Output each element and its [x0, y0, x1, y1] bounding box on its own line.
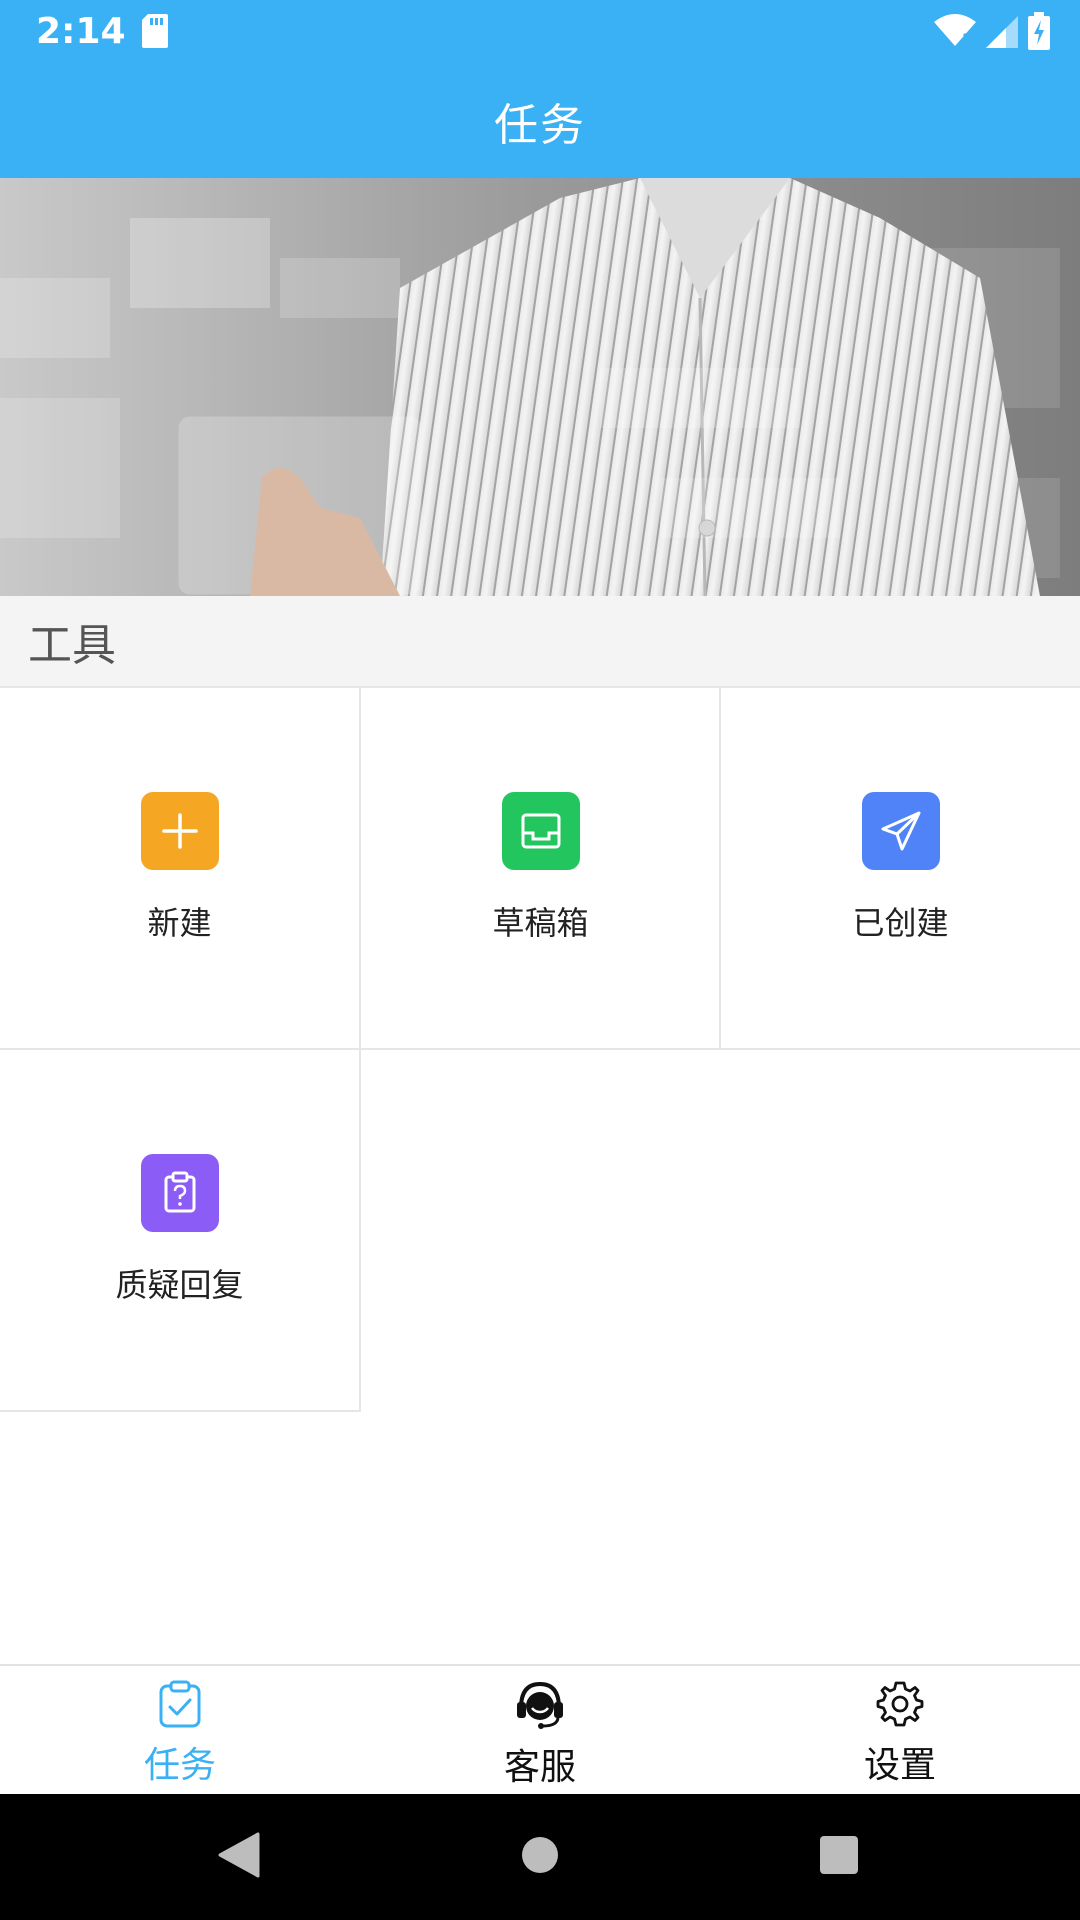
paper-plane-icon: [861, 792, 940, 870]
clipboard-question-icon: [140, 1154, 219, 1232]
section-title: 工具: [28, 620, 116, 671]
grid-divider: [0, 1410, 361, 1412]
app-bar: 任务: [0, 64, 1080, 178]
banner-image: [0, 178, 1080, 596]
headset-icon: [513, 1680, 567, 1734]
status-icons: [934, 12, 1050, 54]
bottom-nav: 任务 客服 设置: [0, 1664, 1080, 1794]
wifi-icon: [934, 14, 976, 52]
tab-label: 任务: [143, 1745, 216, 1786]
tool-label: 新建: [147, 904, 212, 942]
grid-divider: [719, 688, 721, 1048]
page-title: 任务: [494, 100, 586, 151]
recents-icon[interactable]: [818, 1832, 860, 1882]
system-nav-bar: [0, 1794, 1080, 1920]
tool-new-button[interactable]: 新建: [0, 688, 359, 1048]
tool-label: 草稿箱: [492, 904, 589, 942]
clipboard-check-icon: [157, 1680, 203, 1732]
plus-icon: [140, 792, 219, 870]
status-time: 2:14: [36, 11, 126, 52]
status-bar: 2:14: [0, 0, 1080, 64]
tab-settings[interactable]: 设置: [720, 1666, 1080, 1796]
tab-tasks[interactable]: 任务: [0, 1666, 360, 1796]
tool-label: 已创建: [852, 904, 949, 942]
tool-created-button[interactable]: 已创建: [721, 688, 1080, 1048]
home-icon[interactable]: [520, 1832, 560, 1882]
tab-label: 客服: [503, 1747, 576, 1788]
signal-icon: [986, 14, 1018, 52]
section-header: 工具: [0, 596, 1080, 688]
tool-label: 质疑回复: [115, 1266, 244, 1304]
back-icon[interactable]: [218, 1832, 260, 1882]
grid-divider: [0, 1048, 1080, 1050]
tool-query-reply-button[interactable]: 质疑回复: [0, 1050, 359, 1410]
tab-label: 设置: [863, 1745, 936, 1786]
sd-card-icon: [142, 14, 168, 52]
inbox-icon: [501, 792, 580, 870]
gear-icon: [876, 1680, 924, 1732]
battery-icon: [1028, 12, 1050, 54]
tab-customer-service[interactable]: 客服: [360, 1666, 720, 1796]
tool-drafts-button[interactable]: 草稿箱: [361, 688, 720, 1048]
